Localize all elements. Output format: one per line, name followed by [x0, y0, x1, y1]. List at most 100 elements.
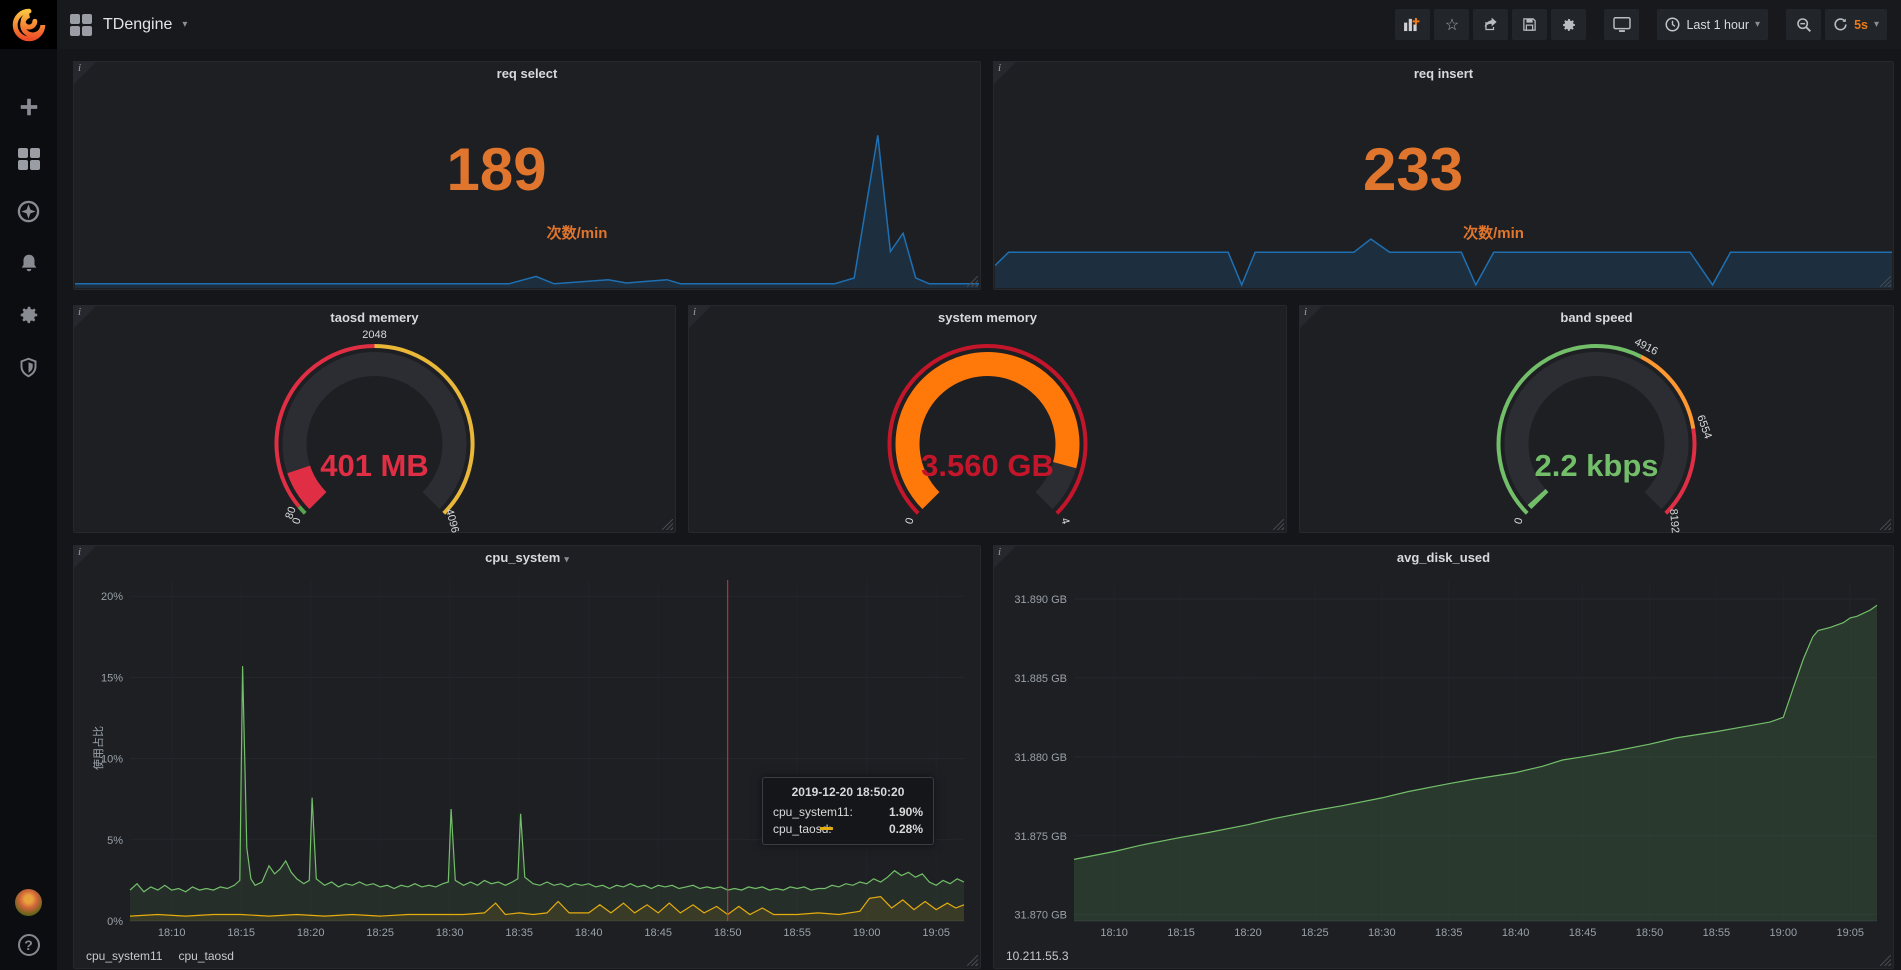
time-range-picker[interactable]: Last 1 hour ▾ — [1657, 9, 1768, 40]
tooltip-time: 2019-12-20 18:50:20 — [773, 785, 923, 799]
refresh-interval-label: 5s — [1854, 18, 1868, 32]
svg-text:5%: 5% — [107, 835, 123, 847]
admin-shield-icon[interactable] — [17, 355, 41, 379]
gauge: 2.2 kbps 0491665548192 — [1300, 332, 1893, 532]
panel-title[interactable]: req insert — [994, 66, 1893, 81]
dashboards-icon[interactable] — [17, 147, 41, 171]
gauge-scale-label: 8192 — [1667, 508, 1681, 533]
panel-title[interactable]: req select — [74, 66, 980, 81]
dashboard-grid-icon[interactable] — [69, 13, 93, 37]
refresh-picker[interactable]: 5s ▾ — [1825, 9, 1887, 40]
panel-band-speed: i band speed 2.2 kbps 0491665548192 — [1299, 305, 1894, 533]
svg-text:18:40: 18:40 — [575, 927, 603, 939]
share-icon — [1483, 17, 1499, 32]
grafana-logo[interactable] — [0, 0, 57, 49]
star-dashboard-button[interactable]: ☆ — [1434, 9, 1469, 40]
dashboard-caret-icon[interactable]: ▾ — [182, 19, 187, 30]
gauge: 401 MB 08020484096 — [74, 332, 675, 532]
svg-text:18:25: 18:25 — [366, 927, 394, 939]
svg-text:18:50: 18:50 — [714, 927, 742, 939]
resize-handle[interactable] — [967, 955, 978, 966]
legend-item[interactable]: cpu_system11 — [86, 949, 162, 963]
dashboard-grid: i req select 189 次数/min i req insert 233… — [57, 49, 1901, 970]
svg-text:19:05: 19:05 — [922, 927, 950, 939]
sidebar: ? — [0, 0, 57, 970]
alerting-bell-icon[interactable] — [17, 251, 41, 275]
tv-icon — [1613, 17, 1631, 33]
resize-handle[interactable] — [1880, 955, 1891, 966]
svg-text:18:20: 18:20 — [297, 927, 325, 939]
time-series-chart[interactable]: 18:1018:1518:2018:2518:3018:3518:4018:45… — [1002, 572, 1887, 942]
panel-taosd-memory: i taosd memery 401 MB 08020484096 — [73, 305, 676, 533]
panel-cpu-system: i cpu_system▾ 使用占比 18:1018:1518:2018:251… — [73, 545, 981, 969]
resize-handle[interactable] — [1880, 519, 1891, 530]
svg-text:18:40: 18:40 — [1502, 927, 1530, 939]
svg-text:18:30: 18:30 — [436, 927, 464, 939]
svg-text:18:10: 18:10 — [1100, 927, 1128, 939]
singlestat-value: 189 次数/min — [74, 90, 980, 249]
gauge-value: 401 MB — [74, 448, 675, 484]
panel-title[interactable]: band speed — [1300, 310, 1893, 325]
save-dashboard-button[interactable] — [1512, 9, 1547, 40]
svg-text:18:55: 18:55 — [1703, 927, 1731, 939]
dashboard-settings-button[interactable] — [1551, 9, 1586, 40]
panel-title[interactable]: taosd memery — [74, 310, 675, 325]
panel-title[interactable]: system memory — [689, 310, 1286, 325]
configuration-gear-icon[interactable] — [17, 303, 41, 327]
add-panel-button[interactable] — [1395, 9, 1430, 40]
time-range-label: Last 1 hour — [1686, 18, 1749, 32]
resize-handle[interactable] — [1880, 276, 1891, 287]
star-icon: ☆ — [1445, 15, 1459, 35]
stat-number: 233 — [1363, 140, 1463, 200]
resize-handle[interactable] — [1273, 519, 1284, 530]
gauge-value: 2.2 kbps — [1300, 448, 1893, 484]
time-range-caret-icon: ▾ — [1755, 19, 1760, 30]
panel-system-memory: i system memory 3.560 GB 04 — [688, 305, 1287, 533]
resize-handle[interactable] — [967, 276, 978, 287]
add-panel-icon — [1403, 17, 1422, 32]
legend-label: cpu_taosd — [178, 949, 233, 963]
create-plus-icon[interactable] — [17, 95, 41, 119]
gauge-scale-label: 2048 — [362, 329, 386, 341]
dashboard-title[interactable]: TDengine — [103, 16, 172, 34]
stat-number: 189 — [447, 140, 547, 200]
share-dashboard-button[interactable] — [1473, 9, 1508, 40]
series-color-dash — [820, 827, 833, 830]
cycle-view-mode-button[interactable] — [1604, 9, 1639, 40]
svg-text:18:25: 18:25 — [1301, 927, 1329, 939]
legend-label: 10.211.55.3 — [1006, 949, 1069, 963]
resize-handle[interactable] — [662, 519, 673, 530]
refresh-icon — [1833, 17, 1848, 32]
gear-icon — [1561, 17, 1577, 33]
svg-text:18:45: 18:45 — [644, 927, 672, 939]
svg-text:19:05: 19:05 — [1836, 927, 1864, 939]
legend-item[interactable]: cpu_taosd — [178, 949, 233, 963]
svg-text:18:15: 18:15 — [1167, 927, 1195, 939]
save-icon — [1522, 17, 1537, 32]
legend-item[interactable]: 10.211.55.3 — [1006, 949, 1069, 963]
svg-text:18:55: 18:55 — [783, 927, 811, 939]
panel-title[interactable]: cpu_system▾ — [74, 550, 980, 565]
panel-title[interactable]: avg_disk_used — [994, 550, 1893, 565]
explore-compass-icon[interactable] — [17, 199, 41, 223]
stat-unit: 次数/min — [547, 222, 608, 243]
svg-text:18:30: 18:30 — [1368, 927, 1396, 939]
svg-text:31.890 GB: 31.890 GB — [1014, 594, 1067, 606]
svg-text:19:00: 19:00 — [1770, 927, 1798, 939]
zoom-out-button[interactable] — [1786, 9, 1821, 40]
graph-legend: cpu_system11 cpu_taosd — [86, 949, 234, 963]
refresh-caret-icon: ▾ — [1874, 19, 1879, 30]
time-series-chart[interactable]: 18:1018:1518:2018:2518:3018:3518:4018:45… — [82, 572, 974, 942]
user-avatar[interactable] — [15, 889, 42, 916]
panel-req-select: i req select 189 次数/min — [73, 61, 981, 290]
svg-text:18:50: 18:50 — [1636, 927, 1664, 939]
svg-text:18:10: 18:10 — [158, 927, 186, 939]
panel-avg-disk-used: i avg_disk_used 18:1018:1518:2018:2518:3… — [993, 545, 1894, 969]
legend-label: cpu_system11 — [86, 949, 162, 963]
svg-text:18:35: 18:35 — [505, 927, 533, 939]
help-icon[interactable]: ? — [18, 934, 40, 956]
grafana-app: ? TDengine ▾ ☆ — [0, 0, 1901, 970]
svg-text:31.885 GB: 31.885 GB — [1014, 673, 1067, 685]
svg-text:20%: 20% — [101, 591, 123, 603]
svg-text:18:35: 18:35 — [1435, 927, 1463, 939]
